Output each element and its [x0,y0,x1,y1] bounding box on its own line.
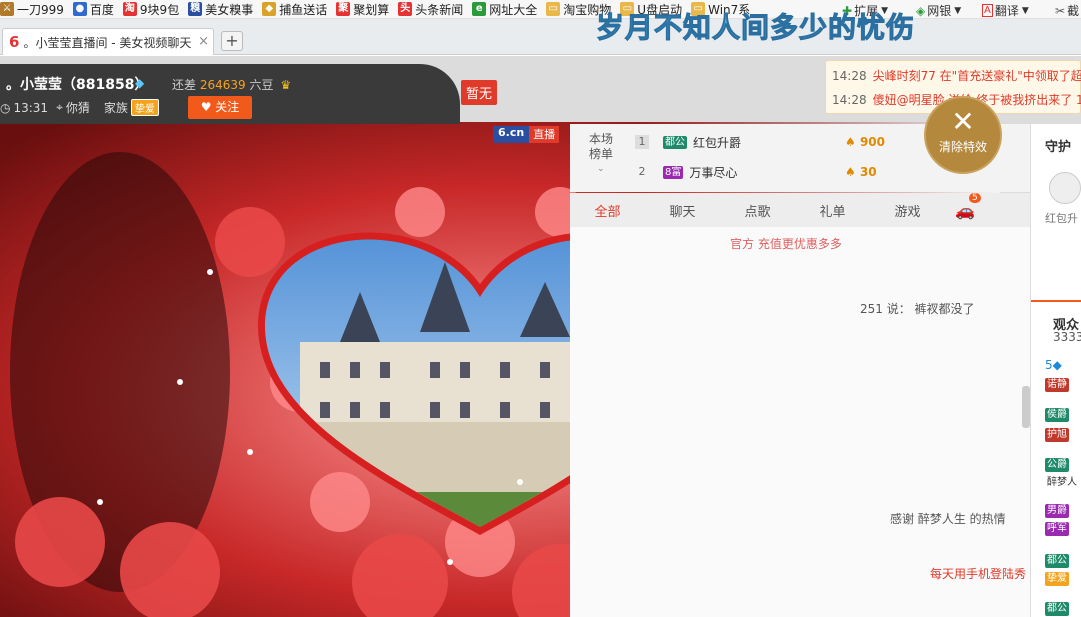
close-icon: ✕ [951,105,975,138]
medal-badge: 护旭 [1045,428,1069,442]
rank-value: ♠ 30 [845,165,877,179]
level-diff-value: 264639 [199,78,246,92]
anchor-meta: ◷ 13:31 ⌖ 你猜 家族 挚爱 [0,99,159,116]
bookmark-item[interactable]: ● 百度 [72,1,114,18]
medal-badge: 都公 [1045,602,1069,616]
chat-tabs: 全部 聊天 点歌 礼单 游戏 🚗 5 [570,192,1030,227]
avatar[interactable] [1049,172,1081,204]
web-icon: e [472,2,487,16]
chat-messages: 官方 充值更优惠多多 251 说： 裤衩都没了 感谢 醉梦人生 的热情 每天用手… [570,227,1030,617]
crown-icon: ♛ [280,78,292,92]
qiu-icon: 糗 [188,2,203,16]
scissors-icon: ✂ [1055,3,1066,18]
tab-chat[interactable]: 聊天 [645,201,720,220]
tab-title: 。小莹莹直播间 - 美女视频聊天 [23,35,192,50]
anchor-info-bar: 。小莹莹（881858） ◆ 还差 264639 六豆 ♛ ◷ 13:31 ⌖ … [0,64,460,124]
guard-name: 红包升 [1045,212,1078,225]
location-icon: ⌖ [56,100,63,114]
bookmark-item[interactable]: 糗美女糗事 [188,1,253,18]
translate-button[interactable]: A 翻译 ▼ [982,2,1029,19]
shield-icon: ◈ [916,3,926,18]
news-icon: 头 [398,2,413,16]
browser-tab[interactable]: 6 。小莹莹直播间 - 美女视频聊天 × [2,28,214,55]
family-badge[interactable]: 挚爱 [130,99,159,116]
live-time: 13:31 [13,100,49,115]
live-room: 。小莹莹（881858） ◆ 还差 264639 六豆 ♛ ◷ 13:31 ⌖ … [0,56,1081,617]
heart-icon: ♥ [200,100,212,114]
divider [1031,300,1081,302]
bookmark-item[interactable]: ◆ 捕鱼送话 [262,1,327,18]
rank-badge: 都公 [663,135,687,149]
bookmark-item[interactable]: 聚聚划算 [336,1,389,18]
coin-icon: ♠ [845,135,856,149]
medal-badge: 诺静 [1045,378,1069,392]
baidu-paw-icon: ● [72,2,87,16]
pause-tag: 暂无 [461,80,498,105]
ranking-title[interactable]: 本场榜单 [589,132,621,162]
anchor-name: 。小莹莹（881858） [6,77,149,93]
chevron-down-icon[interactable]: ⌄ [597,164,605,174]
diamond-icon: ◆ [135,76,145,90]
location-text: 你猜 [65,101,90,115]
six-logo-icon: 6 [9,33,20,51]
medal-badge: 呼军 [1045,522,1069,536]
audience-count: 3333 [1053,330,1081,344]
rank-name: 万事尽心 [689,165,738,180]
medal-badge: 公爵 [1045,458,1069,472]
family-label: 家族 [103,101,128,115]
bookmark-item[interactable]: ⚔ 一刀999 [0,1,64,18]
tab-games[interactable]: 游戏 [870,201,945,220]
bookmark-item[interactable]: e 网址大全 [472,1,537,18]
tab-gifts[interactable]: 礼单 [795,201,870,220]
folder-icon: ▭ [546,2,561,16]
clear-effects-button[interactable]: ✕ 清除特效 [924,96,1002,174]
follow-button[interactable]: ♥ 关注 [188,96,252,119]
car-icon: 🚗 [955,200,975,220]
rank-badge: 8富 [663,165,684,179]
screenshot-button[interactable]: ✂ 截 [1055,2,1079,19]
chat-line: 感谢 醉梦人生 的热情 [890,512,1006,526]
chevron-down-icon: ▼ [954,5,962,16]
translate-icon: A [982,4,993,17]
clock-icon: ◷ [0,100,11,115]
close-tab-icon[interactable]: × [198,34,209,49]
fish-icon: ◆ [262,2,277,16]
chat-line: 每天用手机登陆秀 [930,567,1027,581]
diamond-icon: 5◆ [1045,358,1062,372]
bookmark-item[interactable]: 淘 9块9包 [122,1,179,18]
new-tab-button[interactable]: + [221,31,243,51]
ranking-row[interactable]: 1 都公 红包升爵 ♠ 900 [635,132,885,152]
ju-icon: 聚 [336,2,351,16]
user-name[interactable]: 醉梦人 [1045,476,1079,490]
site-logo: 6.cn [493,126,530,143]
level-progress: 还差 264639 六豆 ♛ [172,78,292,92]
tab-all[interactable]: 全部 [570,201,645,220]
site-watermark: 6.cn 直播 [493,126,560,143]
coin-icon: ♠ [845,165,856,179]
bank-button[interactable]: ◈ 网银 ▼ [916,2,961,19]
car-button[interactable]: 🚗 5 [955,192,981,220]
chat-scrollbar[interactable] [1022,386,1030,428]
tab-strip: 6 。小莹莹直播间 - 美女视频聊天 × + [0,19,1081,55]
guard-title: 守护 [1045,140,1072,155]
medal-badge: 挚爱 [1045,572,1069,586]
ranking-row[interactable]: 2 8富 万事尽心 ♠ 30 [635,162,877,182]
tab-song[interactable]: 点歌 [720,201,795,220]
chat-line: 官方 充值更优惠多多 [730,237,842,251]
overlay-lyric-title: 岁月不知人间多少的忧伤 [595,11,916,45]
tao-icon: 淘 [122,2,137,16]
chat-line: 251 说： 裤衩都没了 [860,302,975,316]
chevron-down-icon: ▼ [1021,5,1029,16]
sword-icon: ⚔ [0,2,14,16]
car-count-badge: 5 [969,192,981,203]
notice-item[interactable]: 14:28 尖峰时刻77 在"首充送豪礼"中领取了超 [832,67,1081,84]
medal-badge: 都公 [1045,554,1069,568]
medal-badge: 侯爵 [1045,408,1069,422]
rank-value: ♠ 900 [845,135,886,149]
rank-name: 红包升爵 [693,135,742,150]
audience-sidebar: 守护 红包升 观众 3333 5◆ 诺静 侯爵 护旭 公爵 醉梦人 男爵 呼军 … [1030,124,1081,617]
medal-badge: 男爵 [1045,504,1069,518]
live-label: 直播 [529,126,560,143]
bookmark-item[interactable]: 头头条新闻 [398,1,463,18]
